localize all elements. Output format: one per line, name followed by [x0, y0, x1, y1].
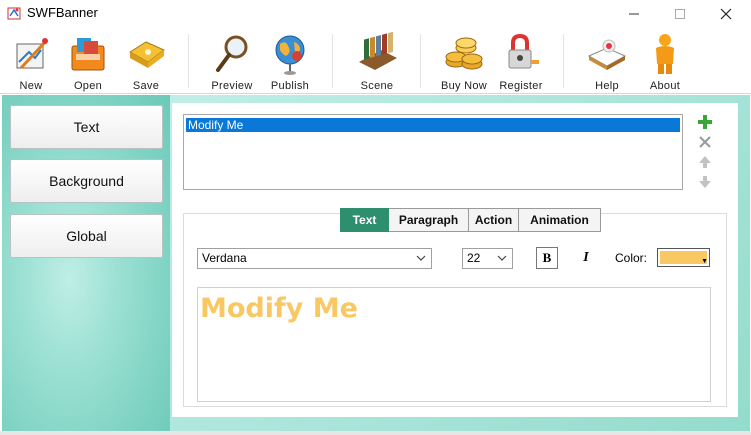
font-size-value: 22: [467, 251, 481, 265]
globe-icon: [275, 35, 305, 75]
color-picker[interactable]: ▼: [657, 248, 710, 267]
content-panel: Modify Me Text Paragraph Action Animatio…: [172, 103, 738, 417]
toolbar-label: Open: [73, 80, 103, 92]
sidebar-item-label: Background: [49, 173, 124, 189]
toolbar-separator: [420, 34, 421, 88]
italic-icon: I: [583, 250, 589, 265]
arrow-up-icon[interactable]: [697, 154, 713, 170]
toolbar-separator: [563, 34, 564, 88]
help-book-icon: [587, 39, 627, 70]
left-panel: Text Background Global: [2, 95, 170, 431]
open-button[interactable]: Open: [60, 32, 116, 92]
tab-label: Text: [352, 213, 377, 227]
font-size-select[interactable]: 22: [462, 248, 513, 269]
open-folder-icon: [71, 38, 105, 71]
magnifier-icon: [216, 35, 248, 72]
maximize-button[interactable]: [657, 0, 703, 28]
toolbar-label: About: [649, 80, 681, 92]
toolbar-label: New: [19, 80, 43, 92]
sidebar-item-background[interactable]: Background: [10, 159, 163, 203]
chevron-down-icon: [416, 255, 426, 261]
save-button[interactable]: Save: [118, 32, 174, 92]
books-icon: [359, 32, 397, 70]
content-area: Modify Me Text Paragraph Action Animatio…: [170, 95, 750, 431]
window-title: SWFBanner: [27, 5, 98, 20]
property-tabs: Text Paragraph Action Animation: [340, 208, 601, 233]
tab-label: Animation: [530, 213, 589, 227]
color-label: Color:: [615, 251, 648, 265]
toolbar-label: Scene: [360, 80, 394, 92]
tab-text[interactable]: Text: [340, 208, 389, 232]
person-icon: [656, 34, 674, 74]
tab-action[interactable]: Action: [469, 208, 519, 232]
toolbar-separator: [188, 34, 189, 88]
font-value: Verdana: [202, 251, 247, 265]
buy-now-button[interactable]: Buy Now: [436, 32, 492, 92]
tab-label: Paragraph: [398, 213, 459, 227]
sidebar-item-text[interactable]: Text: [10, 105, 163, 149]
toolbar-separator: [332, 34, 333, 88]
preview-button[interactable]: Preview: [204, 32, 260, 92]
color-swatch-fill: [660, 251, 707, 264]
dropdown-arrow-icon: ▼: [701, 258, 708, 265]
minimize-button[interactable]: [611, 0, 657, 28]
plus-icon[interactable]: [697, 114, 713, 130]
main-toolbar: New Open Save Preview Publish Scene Buy …: [0, 28, 751, 94]
publish-button[interactable]: Publish: [262, 32, 318, 92]
app-icon: [7, 6, 21, 20]
text-content-editor[interactable]: Modify Me: [197, 287, 711, 402]
cross-icon[interactable]: [697, 134, 713, 150]
lock-icon: [508, 33, 539, 69]
text-content: Modify Me: [200, 293, 358, 324]
close-button[interactable]: [703, 0, 749, 28]
italic-button[interactable]: I: [575, 247, 597, 269]
toolbar-label: Register: [499, 80, 543, 92]
sidebar-item-global[interactable]: Global: [10, 214, 163, 258]
new-button[interactable]: New: [3, 32, 59, 92]
help-button[interactable]: Help: [579, 32, 635, 92]
font-select[interactable]: Verdana: [197, 248, 432, 269]
save-disk-icon: [129, 41, 165, 68]
bold-button[interactable]: B: [536, 247, 558, 269]
toolbar-label: Preview: [211, 80, 253, 92]
tab-label: Action: [474, 213, 513, 227]
toolbar-label: Help: [595, 80, 619, 92]
sidebar-item-label: Text: [73, 119, 100, 135]
chevron-down-icon: [497, 255, 507, 261]
arrow-down-icon[interactable]: [697, 174, 713, 190]
new-icon: [16, 38, 49, 70]
toolbar-label: Buy Now: [440, 80, 488, 92]
bottom-strip: [0, 431, 751, 435]
coins-icon: [445, 37, 483, 70]
about-button[interactable]: About: [637, 32, 693, 92]
list-item[interactable]: Modify Me: [186, 118, 680, 132]
sidebar-item-label: Global: [66, 228, 107, 244]
list-action-icons: [697, 114, 715, 194]
text-list[interactable]: Modify Me: [183, 114, 683, 190]
tab-animation[interactable]: Animation: [519, 208, 601, 232]
title-bar: SWFBanner: [0, 0, 751, 28]
register-button[interactable]: Register: [493, 32, 549, 92]
bold-icon: B: [542, 250, 552, 265]
toolbar-label: Save: [132, 80, 160, 92]
tab-paragraph[interactable]: Paragraph: [389, 208, 469, 232]
toolbar-label: Publish: [270, 80, 310, 92]
scene-button[interactable]: Scene: [349, 32, 405, 92]
